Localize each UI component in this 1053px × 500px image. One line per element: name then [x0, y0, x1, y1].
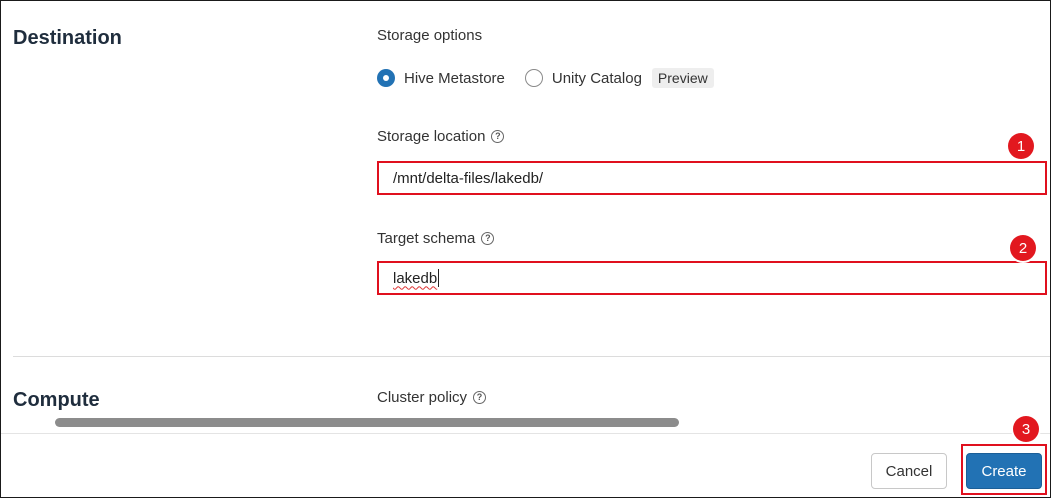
storage-location-input[interactable]: /mnt/delta-files/lakedb/: [377, 161, 1047, 195]
cancel-button[interactable]: Cancel: [871, 453, 947, 489]
target-schema-label: Target schema ?: [377, 230, 495, 247]
target-schema-input[interactable]: lakedb: [377, 261, 1047, 295]
target-schema-value: lakedb: [393, 269, 438, 287]
cluster-policy-label: Cluster policy ?: [377, 389, 487, 406]
callout-marker-1: 1: [1008, 133, 1034, 159]
radio-unchecked-icon[interactable]: [524, 69, 543, 87]
callout-marker-2: 2: [1010, 235, 1036, 261]
target-schema-label-text: Target schema: [377, 230, 476, 247]
radio-checked-icon[interactable]: [377, 69, 395, 87]
storage-location-value: /mnt/delta-files/lakedb/: [393, 169, 544, 187]
storage-location-label: Storage location ?: [377, 128, 505, 145]
help-icon[interactable]: ?: [473, 391, 487, 404]
radio-option-hive-metastore[interactable]: Hive Metastore: [377, 69, 505, 87]
horizontal-scrollbar[interactable]: [55, 418, 679, 427]
footer-divider: [1, 433, 1050, 434]
storage-options-label-text: Storage options: [377, 27, 483, 44]
compute-section-title: Compute: [13, 389, 100, 411]
section-divider: [13, 356, 1050, 357]
pipeline-settings-panel: Destination Storage options Hive Metasto…: [0, 0, 1051, 498]
preview-badge: Preview: [651, 68, 714, 88]
storage-location-label-text: Storage location: [377, 128, 486, 145]
cluster-policy-label-text: Cluster policy: [377, 389, 468, 406]
storage-options-radio-group: Hive Metastore Unity Catalog Preview: [377, 67, 714, 89]
radio-option-unity-catalog[interactable]: Unity Catalog: [524, 69, 642, 87]
destination-section-title: Destination: [13, 27, 122, 49]
text-caret: [438, 269, 440, 287]
help-icon[interactable]: ?: [491, 130, 505, 143]
callout-marker-3: 3: [1013, 416, 1039, 442]
storage-options-label: Storage options: [377, 27, 482, 44]
help-icon[interactable]: ?: [481, 232, 495, 245]
create-button[interactable]: Create: [966, 453, 1042, 489]
radio-label-hive-metastore: Hive Metastore: [404, 69, 505, 87]
radio-label-unity-catalog: Unity Catalog: [551, 69, 642, 87]
